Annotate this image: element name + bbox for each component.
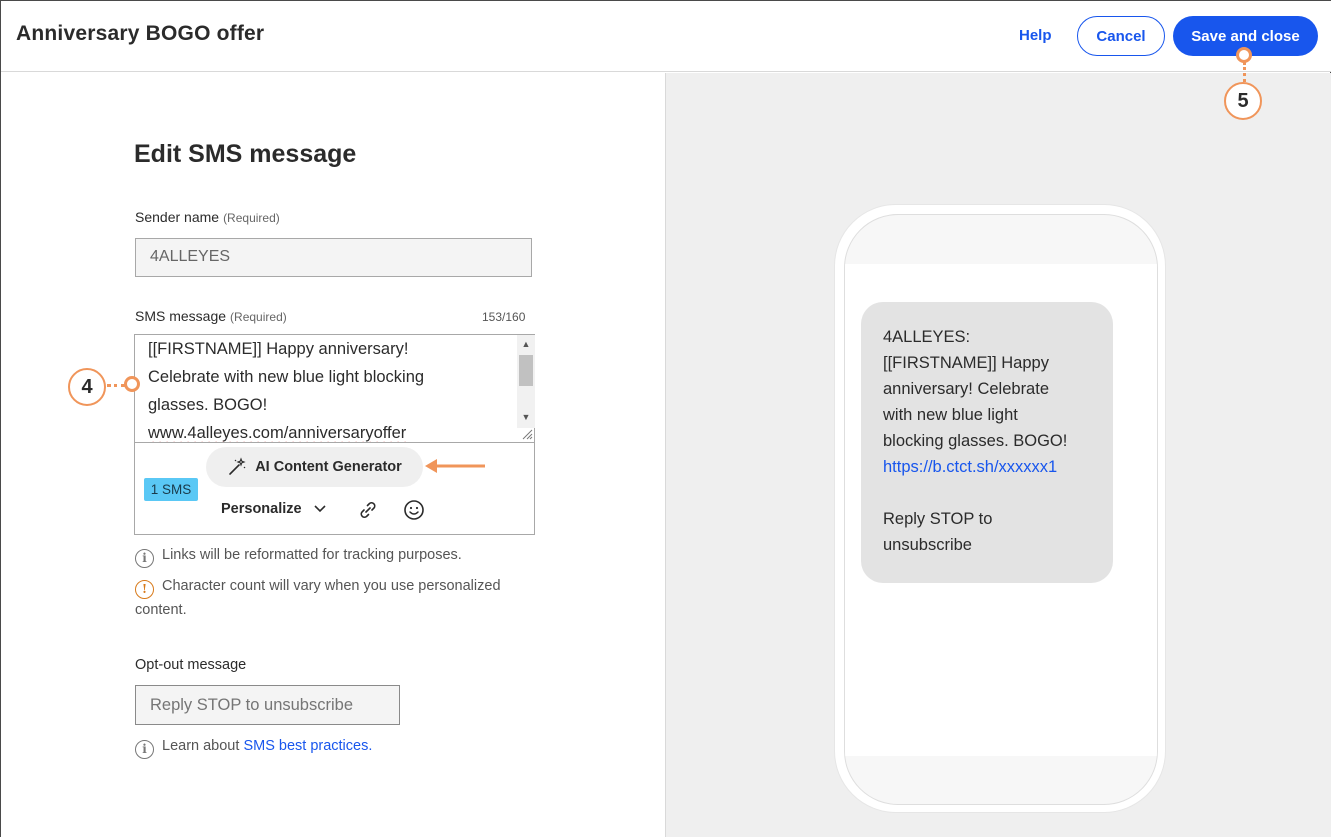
sms-line: Celebrate with new blue light blocking: [148, 368, 425, 386]
phone-screen-frame: 4ALLEYES: [[FIRSTNAME]] Happy anniversar…: [844, 214, 1158, 805]
learn-prefix: Learn about: [162, 738, 244, 754]
sms-message-label: SMS message (Required): [135, 308, 287, 324]
character-counter: 153/160: [482, 310, 526, 324]
preview-line: anniversary! Celebrate: [883, 380, 1049, 398]
divider: [135, 442, 534, 443]
required-hint: (Required): [223, 211, 280, 225]
preview-optout: Reply STOP to: [883, 510, 993, 528]
callout-target-marker: [1236, 47, 1252, 63]
ai-content-generator-button[interactable]: AI Content Generator: [206, 447, 423, 487]
step-callout-4: 4: [68, 368, 106, 406]
preview-spacer: [883, 480, 1091, 506]
arrow-left-icon: [425, 459, 485, 473]
phone-screen: 4ALLEYES: [[FIRSTNAME]] Happy anniversar…: [845, 264, 1157, 756]
callout-connector: [1243, 62, 1246, 82]
callout-connector: [107, 384, 125, 387]
opt-out-label: Opt-out message: [135, 657, 247, 673]
sms-line: www.4alleyes.com/anniversaryoffer: [148, 424, 407, 442]
page-title: Anniversary BOGO offer: [16, 22, 265, 45]
sms-line: [[FIRSTNAME]] Happy anniversary!: [148, 340, 409, 358]
preview-line: blocking glasses. BOGO!: [883, 432, 1068, 450]
opt-out-field[interactable]: [135, 685, 400, 725]
step-callout-5: 5: [1224, 82, 1262, 120]
warning-icon: !: [135, 579, 154, 599]
required-hint: (Required): [230, 310, 287, 324]
app-window: Anniversary BOGO offer Help Cancel Save …: [0, 0, 1331, 837]
sms-preview-bubble: 4ALLEYES: [[FIRSTNAME]] Happy anniversar…: [861, 302, 1113, 583]
sms-editor: [[FIRSTNAME]] Happy anniversary! Celebra…: [134, 334, 535, 535]
info-icon: i: [135, 548, 154, 568]
sms-best-practices-link[interactable]: SMS best practices.: [243, 738, 372, 754]
sms-count-badge: 1 SMS: [144, 478, 198, 501]
sms-line: glasses. BOGO!: [148, 396, 268, 414]
ai-button-label: AI Content Generator: [255, 459, 402, 475]
scroll-down-icon[interactable]: ▼: [517, 410, 535, 424]
cancel-button[interactable]: Cancel: [1077, 16, 1165, 56]
resize-grip-icon[interactable]: [521, 428, 533, 440]
callout-target-marker: [124, 376, 140, 392]
phone-mockup: 4ALLEYES: [[FIRSTNAME]] Happy anniversar…: [834, 204, 1166, 813]
chevron-down-icon: [314, 505, 326, 513]
link-icon[interactable]: [357, 499, 379, 521]
emoji-icon[interactable]: [403, 499, 425, 521]
sender-name-label: Sender name (Required): [135, 209, 280, 225]
charcount-note-text: Character count will vary when you use p…: [162, 578, 501, 594]
personalize-dropdown[interactable]: Personalize: [221, 501, 326, 517]
sms-message-label-text: SMS message: [135, 308, 227, 324]
learn-more: i Learn about SMS best practices.: [135, 738, 372, 759]
preview-panel: 4ALLEYES: [[FIRSTNAME]] Happy anniversar…: [665, 73, 1331, 837]
preview-optout: unsubscribe: [883, 536, 972, 554]
sender-name-field[interactable]: 4ALLEYES: [135, 238, 532, 277]
preview-line: 4ALLEYES:: [883, 328, 971, 346]
links-note-text: Links will be reformatted for tracking p…: [162, 547, 462, 563]
section-heading: Edit SMS message: [134, 140, 357, 168]
scroll-thumb[interactable]: [519, 355, 533, 386]
preview-link: https://b.ctct.sh/xxxxxx1: [883, 458, 1058, 476]
charcount-note: ! Character count will vary when you use …: [135, 575, 501, 621]
scroll-up-icon[interactable]: ▲: [517, 337, 535, 351]
links-note: i Links will be reformatted for tracking …: [135, 544, 462, 568]
charcount-note-text-2: content.: [135, 601, 187, 618]
preview-line: with new blue light: [883, 406, 1018, 424]
magic-wand-icon: [229, 457, 246, 475]
help-link[interactable]: Help: [1019, 27, 1052, 44]
sms-message-textarea[interactable]: [[FIRSTNAME]] Happy anniversary! Celebra…: [148, 335, 518, 442]
personalize-label: Personalize: [221, 501, 302, 517]
preview-line: [[FIRSTNAME]] Happy: [883, 354, 1049, 372]
textarea-scrollbar[interactable]: ▲ ▼: [517, 335, 535, 428]
sender-name-label-text: Sender name: [135, 209, 220, 225]
top-bar: Anniversary BOGO offer Help Cancel Save …: [1, 1, 1331, 72]
info-icon: i: [135, 739, 154, 759]
